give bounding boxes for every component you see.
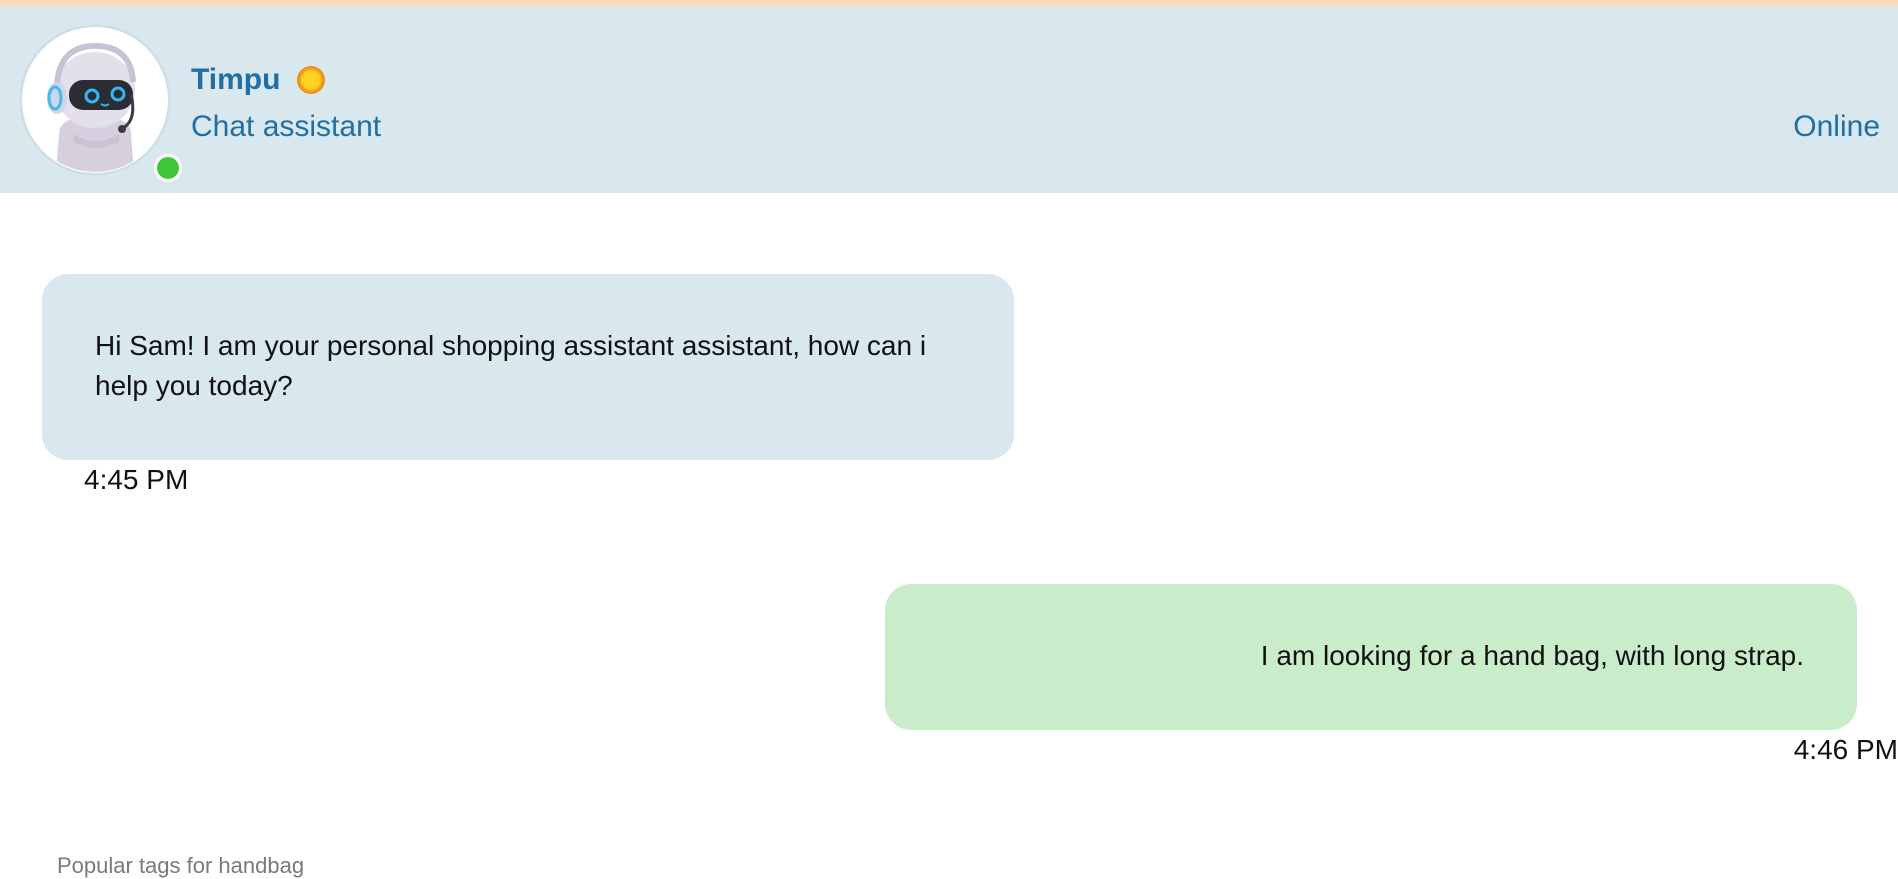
assistant-name: Timpu (191, 63, 281, 96)
bot-message-bubble: Hi Sam! I am your personal shopping assi… (42, 274, 1014, 460)
bot-message-time: 4:45 PM (84, 464, 189, 495)
sun-icon (296, 65, 326, 95)
header-name-row: Timpu (191, 63, 326, 97)
user-message-text: I am looking for a hand bag, with long s… (1260, 640, 1804, 671)
status-text: Online (1793, 110, 1880, 143)
avatar[interactable] (19, 24, 182, 182)
popular-tags-label: Popular tags for handbag (57, 853, 305, 878)
bot-message-text: Hi Sam! I am your personal shopping assi… (95, 330, 927, 401)
assistant-subtitle: Chat assistant (191, 110, 382, 143)
robot-avatar-icon (47, 42, 136, 172)
chat-header: Timpu Chat assistant Online (0, 6, 1898, 193)
user-message-time: 4:46 PM (1793, 734, 1898, 765)
user-message-bubble: I am looking for a hand bag, with long s… (885, 584, 1857, 730)
online-indicator (154, 154, 182, 182)
